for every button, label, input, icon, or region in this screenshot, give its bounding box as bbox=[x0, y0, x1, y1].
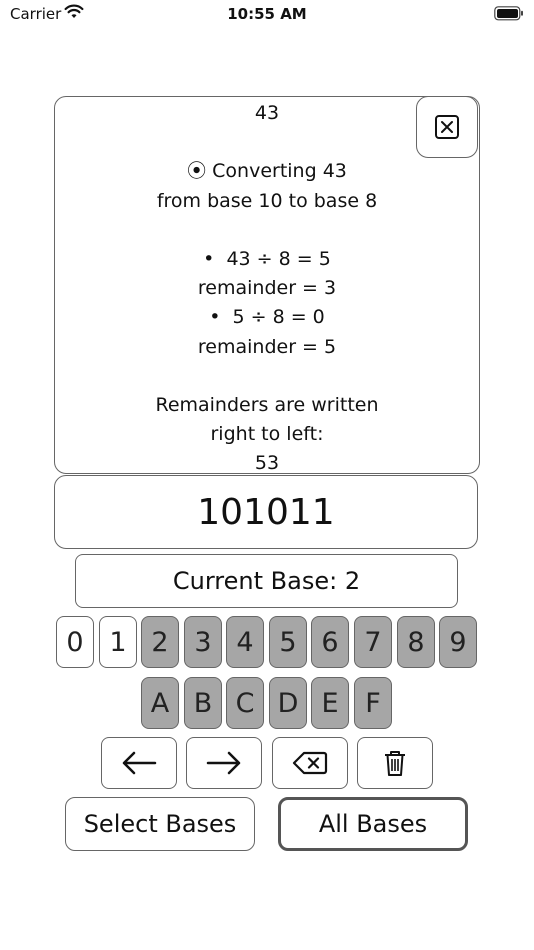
arrow-left-icon bbox=[122, 751, 157, 775]
explanation-line: from base 10 to base 8 bbox=[156, 189, 378, 212]
explanation-line: remainder = 5 bbox=[197, 335, 337, 358]
key-F: F bbox=[354, 677, 392, 729]
key-D: D bbox=[269, 677, 307, 729]
current-base-button[interactable]: Current Base: 2 bbox=[75, 554, 458, 608]
key-2: 2 bbox=[141, 616, 179, 668]
status-bar: Carrier 10:55 AM bbox=[0, 0, 534, 28]
clock: 10:55 AM bbox=[227, 5, 307, 23]
battery-icon bbox=[494, 6, 524, 25]
explanation-line bbox=[55, 362, 479, 391]
backspace-icon bbox=[292, 751, 328, 775]
explanation-text: 43 ⦿ Converting 43 from base 10 to base 8 •… bbox=[55, 99, 479, 474]
explanation-line: • 43 ÷ 8 = 5 bbox=[203, 247, 331, 270]
explanation-line: right to left: bbox=[210, 423, 324, 446]
key-9: 9 bbox=[439, 616, 477, 668]
key-5: 5 bbox=[269, 616, 307, 668]
close-icon bbox=[435, 115, 459, 139]
move-left-button[interactable] bbox=[101, 737, 177, 789]
key-3: 3 bbox=[184, 616, 222, 668]
key-C: C bbox=[226, 677, 264, 729]
close-button[interactable] bbox=[416, 96, 478, 158]
key-B: B bbox=[184, 677, 222, 729]
explanation-line: • 5 ÷ 8 = 0 bbox=[209, 306, 325, 329]
explanation-line: Remainders are written bbox=[155, 393, 379, 416]
clear-button[interactable] bbox=[357, 737, 433, 789]
key-8: 8 bbox=[397, 616, 435, 668]
explanation-line bbox=[55, 216, 479, 245]
key-1[interactable]: 1 bbox=[99, 616, 137, 668]
explanation-line: ⦿ Converting 43 bbox=[187, 160, 347, 183]
key-6: 6 bbox=[311, 616, 349, 668]
result-display: 101011 bbox=[54, 475, 478, 549]
explanation-line: 53 bbox=[254, 452, 280, 474]
backspace-button[interactable] bbox=[272, 737, 348, 789]
key-E: E bbox=[311, 677, 349, 729]
select-bases-button[interactable]: Select Bases bbox=[65, 797, 255, 851]
trash-icon bbox=[385, 751, 405, 776]
all-bases-button[interactable]: All Bases bbox=[278, 797, 468, 851]
move-right-button[interactable] bbox=[186, 737, 262, 789]
key-4: 4 bbox=[226, 616, 264, 668]
current-base-label: Current Base: 2 bbox=[172, 567, 361, 595]
explanation-line: remainder = 3 bbox=[197, 277, 337, 300]
key-A: A bbox=[141, 677, 179, 729]
result-value: 101011 bbox=[197, 491, 335, 533]
arrow-right-icon bbox=[206, 751, 241, 775]
explanation-panel: 43 ⦿ Converting 43 from base 10 to base 8 •… bbox=[54, 96, 480, 474]
key-0[interactable]: 0 bbox=[56, 616, 94, 668]
key-7: 7 bbox=[354, 616, 392, 668]
